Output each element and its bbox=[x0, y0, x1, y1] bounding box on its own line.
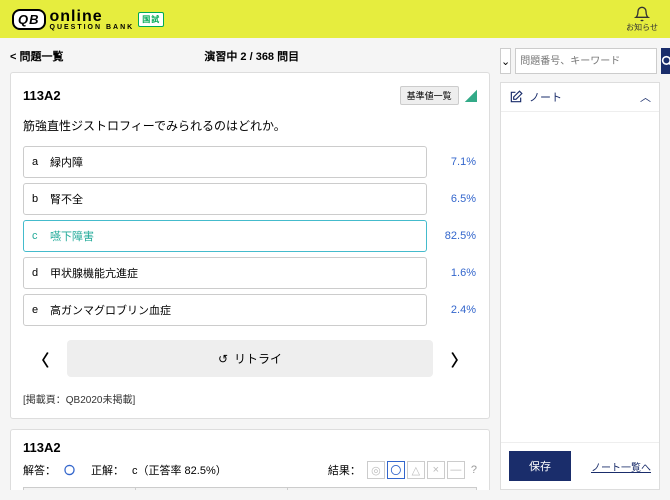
save-button[interactable]: 保存 bbox=[509, 451, 571, 481]
history-table: 履歴選択した回答自分が登録した結果 2019/11/21c（〇正解）〇2019/… bbox=[23, 487, 477, 490]
reference-values-button[interactable]: 基準値一覧 bbox=[400, 86, 459, 105]
note-textarea[interactable] bbox=[501, 112, 659, 442]
choice-d[interactable]: d甲状腺機能亢進症1.6% bbox=[23, 257, 427, 289]
back-link[interactable]: < 問題一覧 bbox=[10, 48, 63, 64]
collapse-icon[interactable]: ︿ bbox=[640, 89, 651, 105]
search-button[interactable] bbox=[661, 48, 670, 74]
choice-b[interactable]: b腎不全6.5% bbox=[23, 183, 427, 215]
notifications-button[interactable]: お知らせ bbox=[626, 6, 658, 33]
choice-pct: 82.5% bbox=[431, 230, 476, 242]
choice-pct: 7.1% bbox=[431, 156, 476, 168]
choice-a[interactable]: a緑内障7.1% bbox=[23, 146, 427, 178]
note-list-link[interactable]: ノート一覧へ bbox=[591, 459, 651, 474]
choice-pct: 1.6% bbox=[431, 267, 476, 279]
logo: QB online QUESTION BANK 国試 bbox=[12, 8, 164, 31]
retry-button[interactable]: ↺ リトライ bbox=[67, 340, 433, 377]
search-input[interactable] bbox=[515, 48, 657, 74]
choice-pct: 2.4% bbox=[431, 304, 476, 316]
bookmark-icon[interactable]: ◢ bbox=[465, 85, 477, 105]
note-title: ノート bbox=[529, 89, 562, 105]
prev-button[interactable]: 〈 bbox=[23, 343, 59, 375]
result-selector[interactable]: 結果： ◎〇△×― ? bbox=[328, 461, 477, 479]
source-text: [掲載頁：QB2020未掲載] bbox=[23, 391, 477, 406]
choice-c[interactable]: c嚥下障害82.5% bbox=[23, 220, 427, 252]
edit-icon bbox=[509, 90, 523, 104]
retry-icon: ↺ bbox=[218, 352, 228, 366]
search-expand-button[interactable]: ⌄ bbox=[500, 48, 511, 74]
question-text: 筋強直性ジストロフィーでみられるのはどれか。 bbox=[23, 117, 477, 134]
answer-question-id: 113A2 bbox=[23, 440, 477, 455]
progress-text: 演習中 2 / 368 問目 bbox=[204, 48, 299, 64]
choice-e[interactable]: e高ガンマグロブリン血症2.4% bbox=[23, 294, 427, 326]
user-answer-mark: 〇 bbox=[64, 462, 75, 478]
choice-pct: 6.5% bbox=[431, 193, 476, 205]
next-button[interactable]: 〉 bbox=[441, 343, 477, 375]
question-id: 113A2 bbox=[23, 88, 61, 103]
